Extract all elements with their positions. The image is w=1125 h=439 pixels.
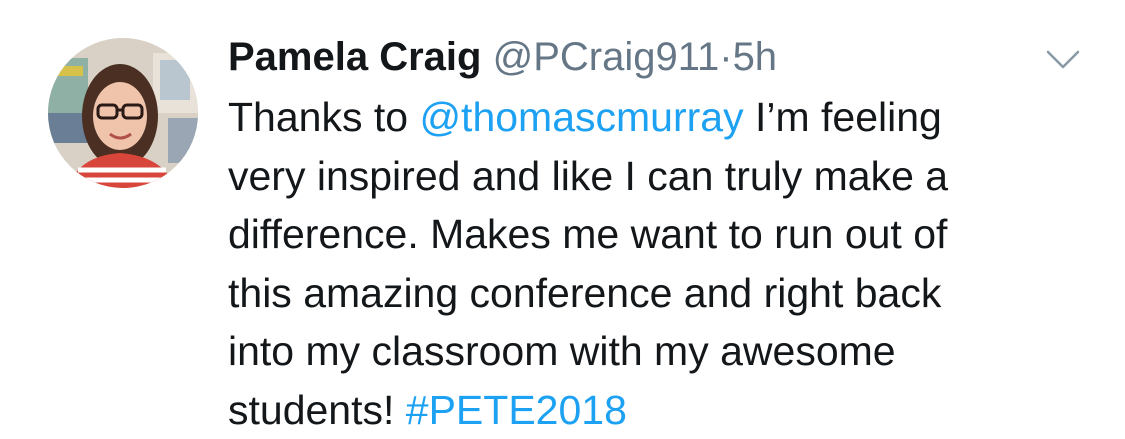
tweet-text-line: this amazing conference and right back (228, 269, 942, 316)
tweet-text-line: very inspired and like I can truly make … (228, 152, 949, 199)
hashtag-link[interactable]: #PETE2018 (406, 387, 627, 433)
tweet-text-line: students! #PETE2018 (228, 381, 1088, 439)
tweet-header: Pamela Craig @PCraig911·5h (228, 32, 777, 82)
text-segment: students! (228, 386, 406, 433)
tweet[interactable]: Pamela Craig @PCraig911·5h Thanks to @th… (0, 0, 1125, 439)
avatar-photo (48, 38, 198, 188)
timestamp[interactable]: 5h (733, 35, 778, 79)
text-segment: I’m feeling (743, 94, 942, 140)
chevron-down-icon[interactable] (1045, 48, 1081, 72)
tweet-text-line: difference. Makes me want to run out of (228, 211, 948, 257)
separator-dot: · (719, 35, 733, 79)
tweet-text: Thanks to @thomascmurray I’m feeling ver… (228, 88, 1088, 439)
avatar[interactable] (48, 38, 198, 188)
tweet-text-line: Thanks to @thomascmurray I’m feeling (228, 88, 1088, 147)
tweet-text-line: into my classroom with my awesome (228, 328, 896, 374)
text-segment: Thanks to (228, 94, 420, 140)
mention-link[interactable]: @thomascmurray (419, 94, 743, 140)
author-name[interactable]: Pamela Craig (228, 35, 481, 79)
author-handle[interactable]: @PCraig911 (493, 35, 720, 79)
